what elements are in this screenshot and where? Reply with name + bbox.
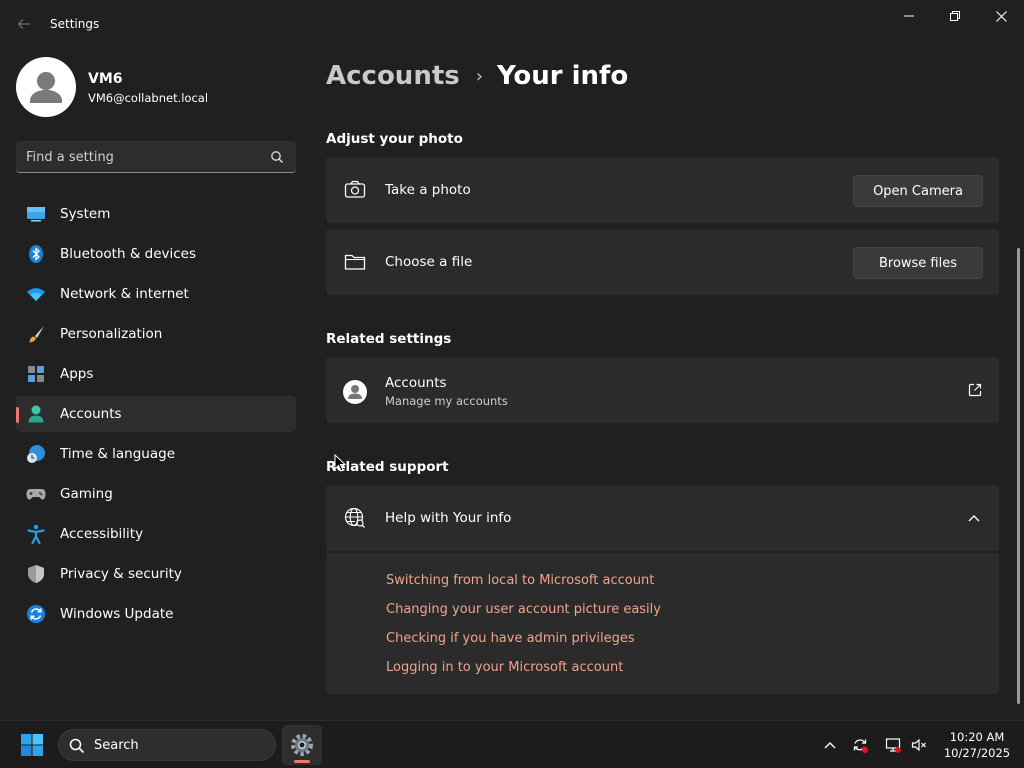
mouse-cursor-icon	[334, 454, 346, 472]
restore-icon	[950, 11, 960, 21]
sidebar-item-gaming[interactable]: Gaming	[16, 476, 296, 512]
running-indicator	[294, 760, 310, 763]
shield-icon	[28, 565, 44, 583]
breadcrumb-separator: ›	[475, 65, 483, 87]
globe-search-icon	[344, 507, 365, 528]
folder-icon	[344, 254, 366, 270]
close-button[interactable]	[978, 0, 1024, 32]
section-title-adjust-photo: Adjust your photo	[326, 131, 463, 147]
vertical-scrollbar[interactable]	[1017, 248, 1020, 704]
sidebar-item-apps[interactable]: Apps	[16, 356, 296, 392]
help-expander-label: Help with Your info	[385, 510, 512, 526]
sidebar-item-label: Apps	[60, 366, 94, 382]
sidebar-item-label: Accessibility	[60, 526, 144, 542]
title-bar: Settings	[0, 0, 1024, 48]
apps-icon	[28, 366, 44, 382]
sync-icon[interactable]	[852, 737, 868, 753]
sidebar-item-accounts[interactable]: Accounts	[16, 396, 296, 432]
settings-window: Settings VM6 VM6@collabnet.local System …	[0, 0, 1024, 720]
choose-file-label: Choose a file	[385, 254, 473, 270]
profile-email: VM6@collabnet.local	[88, 91, 209, 105]
sidebar-item-network[interactable]: Network & internet	[16, 276, 296, 312]
app-title: Settings	[50, 17, 100, 31]
back-button[interactable]	[12, 12, 36, 36]
minimize-icon	[904, 15, 914, 17]
accessibility-icon	[27, 524, 45, 544]
profile-name: VM6	[88, 71, 123, 87]
take-photo-label: Take a photo	[385, 182, 471, 198]
close-icon	[995, 10, 1007, 22]
accounts-link-sublabel: Manage my accounts	[385, 394, 508, 408]
sidebar-item-label: Bluetooth & devices	[60, 246, 197, 262]
help-expander-content: Switching from local to Microsoft accoun…	[326, 553, 999, 694]
person-icon	[28, 405, 44, 423]
find-setting-box[interactable]	[16, 141, 296, 173]
back-arrow-icon	[17, 19, 30, 29]
sidebar-item-label: Network & internet	[60, 286, 189, 302]
section-title-related-settings: Related settings	[326, 331, 452, 347]
user-silhouette-icon	[30, 72, 62, 103]
search-icon[interactable]	[270, 150, 284, 164]
windows-logo-icon	[21, 734, 43, 756]
search-icon	[69, 738, 85, 754]
search-input[interactable]	[26, 147, 256, 167]
sidebar-item-bluetooth[interactable]: Bluetooth & devices	[16, 236, 296, 272]
choose-file-card: Choose a file Browse files	[326, 229, 999, 295]
sidebar-item-label: Windows Update	[60, 606, 174, 622]
help-link[interactable]: Logging in to your Microsoft account	[386, 660, 623, 675]
monitor-icon	[27, 207, 45, 222]
sidebar-item-label: Privacy & security	[60, 566, 182, 582]
breadcrumb-parent[interactable]: Accounts	[326, 61, 460, 91]
open-external-icon	[968, 383, 982, 397]
update-icon	[27, 605, 45, 623]
taskbar-app-settings[interactable]	[282, 725, 322, 765]
sidebar-item-accessibility[interactable]: Accessibility	[16, 516, 296, 552]
selection-indicator	[16, 407, 19, 423]
settings-gear-icon	[291, 734, 313, 756]
sidebar-item-label: Gaming	[60, 486, 113, 502]
accounts-link-label: Accounts	[385, 375, 447, 391]
start-button[interactable]	[14, 731, 50, 759]
sidebar-item-windows-update[interactable]: Windows Update	[16, 596, 296, 632]
brush-icon	[29, 326, 44, 343]
wifi-icon	[27, 288, 45, 301]
chevron-up-icon[interactable]	[822, 737, 838, 753]
help-link[interactable]: Checking if you have admin privileges	[386, 631, 635, 646]
sidebar-item-label: Personalization	[60, 326, 163, 342]
taskbar-search-label: Search	[94, 738, 139, 753]
take-photo-card: Take a photo Open Camera	[326, 157, 999, 223]
taskbar-clock[interactable]: 10:20 AM 10/27/2025	[936, 729, 1018, 761]
taskbar: Search 10:20 AM 10/27/2025	[0, 720, 1024, 768]
help-expander-header[interactable]: Help with Your info	[326, 485, 999, 551]
minimize-button[interactable]	[886, 0, 932, 32]
gamepad-icon	[26, 489, 46, 500]
help-link[interactable]: Switching from local to Microsoft accoun…	[386, 573, 654, 588]
sidebar-item-label: System	[60, 206, 111, 222]
help-link[interactable]: Changing your user account picture easil…	[386, 602, 661, 617]
clock-date: 10/27/2025	[943, 746, 1011, 760]
taskbar-search[interactable]: Search	[58, 729, 276, 761]
open-camera-button[interactable]: Open Camera	[853, 175, 983, 207]
sidebar-item-time-language[interactable]: Time & language	[16, 436, 296, 472]
breadcrumb: Accounts › Your info	[326, 58, 628, 94]
camera-icon	[344, 180, 366, 198]
accounts-link-card[interactable]: Accounts Manage my accounts	[326, 357, 999, 423]
sidebar-item-privacy-security[interactable]: Privacy & security	[16, 556, 296, 592]
network-display-icon[interactable]	[885, 737, 901, 753]
sidebar-nav: System Bluetooth & devices Network & int…	[16, 196, 296, 636]
sidebar-item-personalization[interactable]: Personalization	[16, 316, 296, 352]
sidebar-item-label: Accounts	[60, 406, 122, 422]
sidebar-item-system[interactable]: System	[16, 196, 296, 232]
chevron-up-icon[interactable]	[967, 513, 981, 523]
clock-time: 10:20 AM	[949, 730, 1005, 744]
restore-button[interactable]	[932, 0, 978, 32]
browse-files-button[interactable]: Browse files	[853, 247, 983, 279]
account-avatar-icon	[343, 380, 367, 404]
avatar[interactable]	[16, 57, 76, 117]
volume-muted-icon[interactable]	[911, 737, 927, 753]
bluetooth-icon	[29, 245, 43, 263]
sidebar-item-label: Time & language	[60, 446, 176, 462]
page-title: Your info	[496, 61, 629, 91]
clock-globe-icon	[27, 445, 45, 463]
